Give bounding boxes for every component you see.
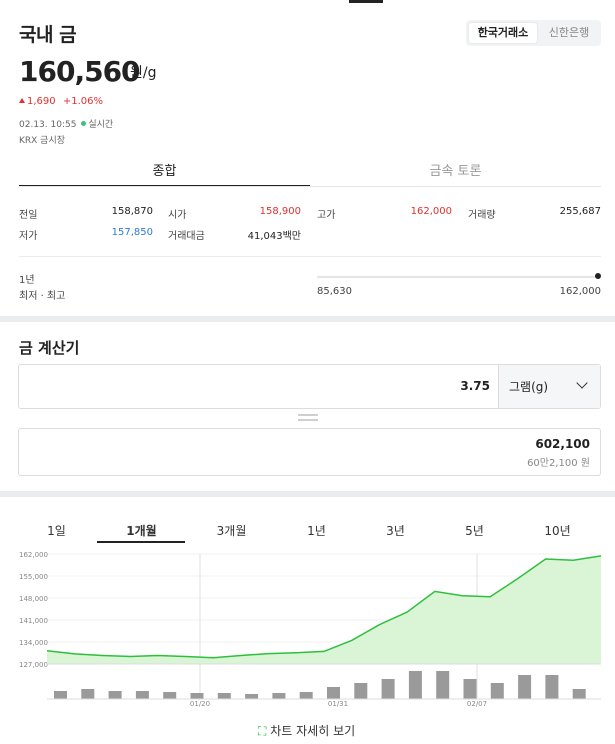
volume-bar: [54, 691, 67, 699]
volume-bar: [436, 671, 450, 699]
market-name: KRX 금시장: [19, 136, 66, 146]
y-tick-label: 162,000: [19, 551, 48, 559]
volume-bar: [217, 693, 231, 699]
up-triangle-icon: [19, 98, 25, 103]
weight-input-box[interactable]: 3.75 그램(g): [18, 364, 601, 409]
volume-bar: [108, 691, 122, 699]
change-amount: 1,690: [27, 96, 56, 107]
low-label: 저가: [19, 231, 38, 242]
realtime-label: 실시간: [88, 120, 114, 130]
volume-bar: [381, 679, 395, 699]
result-value: 602,100: [535, 437, 590, 451]
source-krx-button[interactable]: 한국거래소: [469, 23, 537, 43]
y-tick-label: 141,000: [19, 617, 48, 625]
volume-label: 거래량: [468, 210, 496, 221]
change-percent: +1.06%: [62, 96, 103, 107]
result-box: 602,100 60만2,100 원: [18, 428, 601, 476]
prev-close-value: 158,870: [111, 206, 153, 217]
amount-label: 거래대금: [168, 231, 205, 242]
period-tab-indicator: [97, 541, 185, 543]
top-indicator: [349, 0, 383, 3]
y-tick-label: 148,000: [19, 595, 48, 603]
volume-bar: [327, 687, 340, 699]
result-korean: 60만2,100 원: [527, 458, 590, 469]
volume-bar: [408, 671, 422, 699]
range-low: 85,630: [317, 286, 352, 297]
unit-select[interactable]: 그램(g): [498, 365, 600, 408]
y-tick-label: 127,000: [19, 661, 48, 669]
x-tick-label: 02/07: [467, 700, 487, 708]
volume-bar: [245, 694, 259, 699]
volume-bar: [190, 693, 204, 699]
chart-panel: 1일 1개월 3개월 1년 3년 5년 10년 162,000 155,000 14…: [0, 497, 615, 744]
current-price: 160,560: [19, 55, 141, 88]
weight-input[interactable]: 3.75: [460, 379, 490, 393]
volume-bar: [81, 689, 95, 699]
period-tab-3y[interactable]: 3년: [358, 522, 433, 539]
volume-bar: [572, 689, 586, 699]
range-label: 최저 · 최고: [19, 291, 66, 302]
price-panel: 국내 금 한국거래소 신한은행 160,560 원/g 1,690 +1.06%…: [0, 0, 615, 316]
volume-bar: [354, 683, 368, 699]
tab-summary[interactable]: 종합: [19, 160, 310, 187]
high-value: 162,000: [410, 206, 452, 217]
prev-close-label: 전일: [19, 210, 38, 221]
gold-calculator: 금 계산기 3.75 그램(g) 602,100 60만2,100 원: [0, 322, 615, 491]
amount-value: 41,043백만: [247, 231, 301, 242]
volume-bar: [163, 692, 177, 699]
chart-detail-label: 차트 자세히 보기: [270, 724, 356, 738]
tab-discussion[interactable]: 금속 토론: [310, 160, 601, 187]
price-chart: 162,000 155,000 148,000 141,000 134,000 127,0…: [19, 551, 602, 708]
period-tab-1d[interactable]: 1일: [19, 522, 94, 539]
y-tick-label: 155,000: [19, 573, 48, 581]
volume-bar: [135, 691, 149, 699]
open-value: 158,900: [259, 206, 301, 217]
source-toggle: 한국거래소 신한은행: [466, 20, 601, 46]
open-label: 시가: [168, 210, 187, 221]
volume-bar: [299, 692, 313, 699]
low-value: 157,850: [111, 227, 153, 238]
high-label: 고가: [317, 210, 336, 221]
y-tick-label: 134,000: [19, 639, 48, 647]
source-shinhan-button[interactable]: 신한은행: [538, 23, 600, 43]
unit-select-value: 그램(g): [509, 380, 549, 394]
price-change: 1,690 +1.06%: [19, 96, 103, 107]
equals-icon: [298, 414, 318, 424]
chevron-down-icon: [576, 377, 588, 389]
volume-bar: [518, 675, 532, 699]
period-tab-3m[interactable]: 3개월: [194, 522, 269, 539]
period-tab-5y[interactable]: 5년: [437, 522, 512, 539]
volume-bar: [463, 679, 477, 699]
period-tab-1m[interactable]: 1개월: [104, 522, 179, 539]
volume-bar: [545, 675, 559, 699]
volume-bar: [490, 683, 504, 699]
range-bar: [317, 276, 599, 278]
stats-divider: [19, 256, 601, 257]
chart-detail-link[interactable]: ⛶ 차트 자세히 보기: [258, 722, 355, 739]
volume-bar: [272, 693, 286, 699]
period-tab-10y[interactable]: 10년: [520, 522, 595, 539]
x-tick-label: 01/31: [328, 700, 348, 708]
range-marker: [595, 273, 601, 279]
timestamp-row: 02.13. 10:55 실시간: [19, 117, 113, 130]
range-period: 1년: [19, 275, 35, 286]
price-area: [47, 555, 601, 664]
range-high: 162,000: [559, 286, 601, 297]
tab-divider: [19, 186, 601, 187]
calculator-title: 금 계산기: [19, 339, 80, 357]
timestamp: 02.13. 10:55: [19, 120, 77, 130]
x-tick-label: 01/20: [190, 700, 210, 708]
period-tab-1y[interactable]: 1년: [279, 522, 354, 539]
page-title: 국내 금: [19, 24, 77, 46]
realtime-dot-icon: [81, 121, 87, 126]
expand-icon: ⛶: [258, 724, 267, 738]
volume-value: 255,687: [559, 206, 601, 217]
price-unit: 원/g: [130, 65, 157, 81]
